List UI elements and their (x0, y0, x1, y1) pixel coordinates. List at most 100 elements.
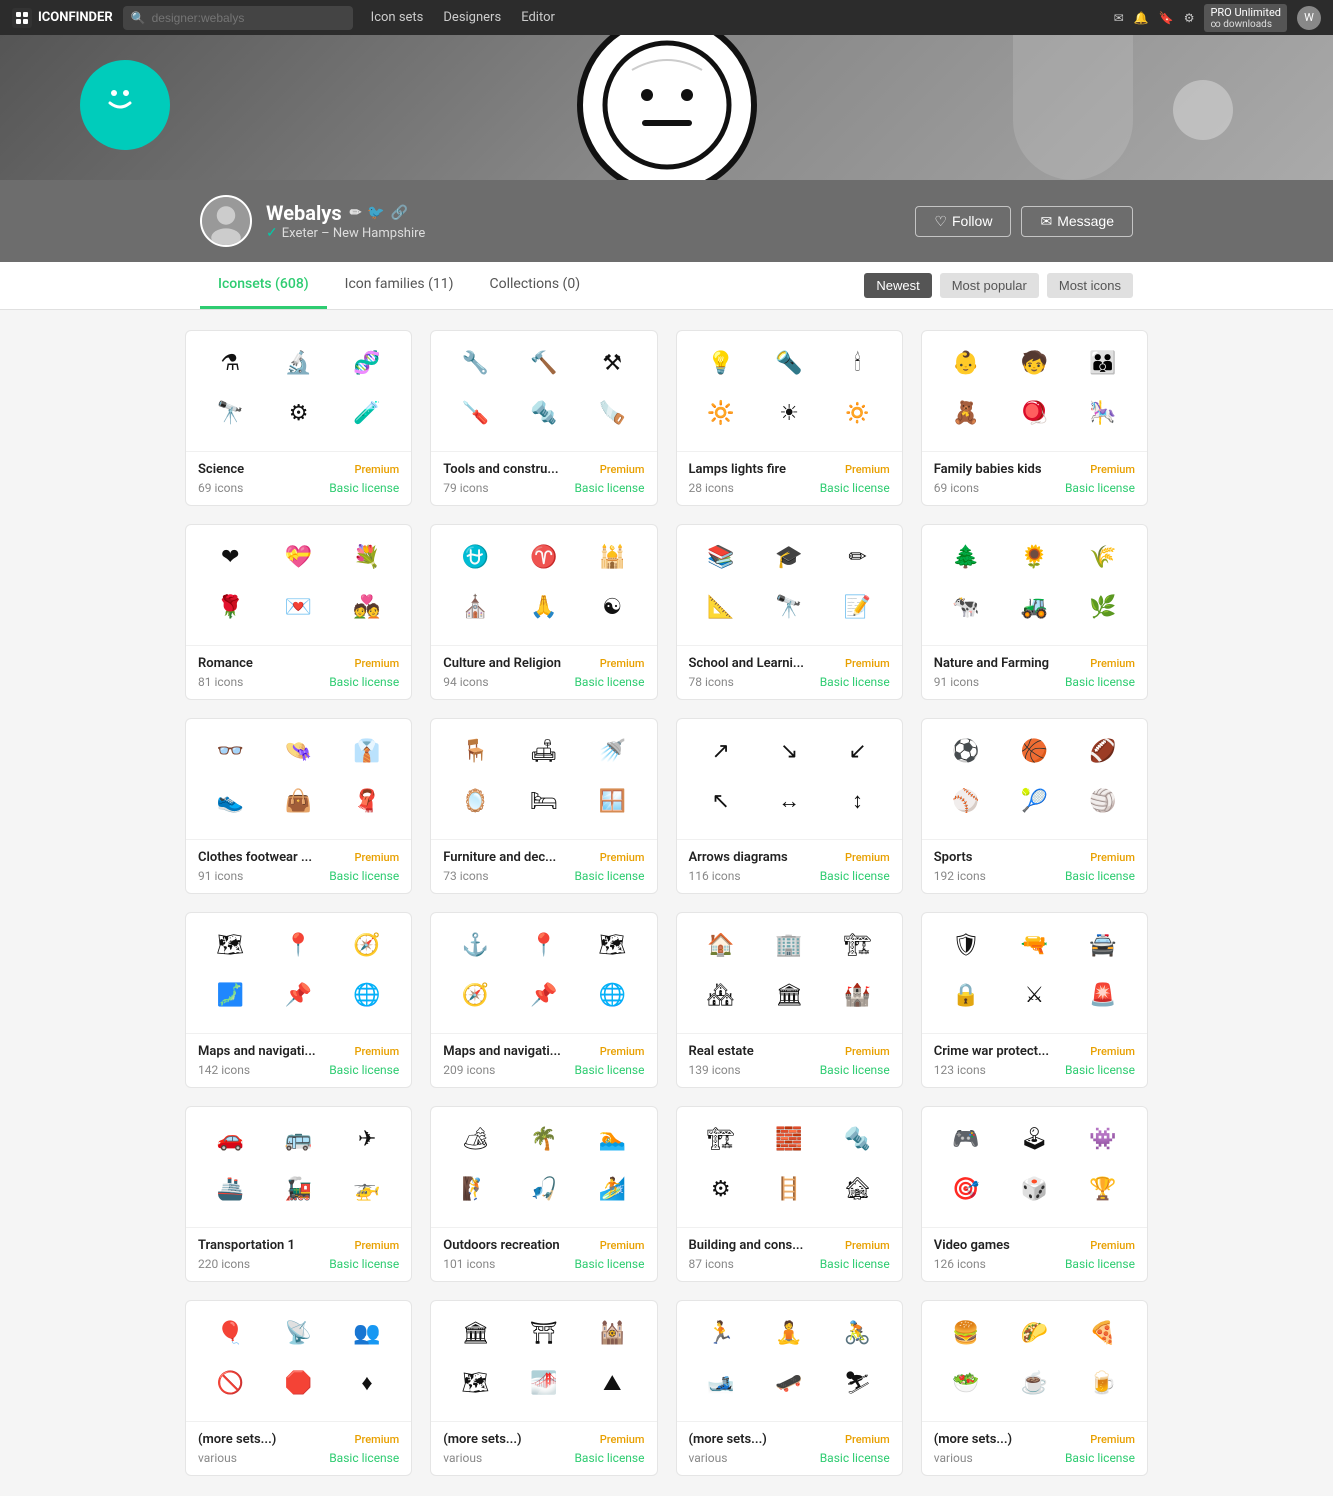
nav-editor[interactable]: Editor (513, 6, 563, 29)
card-license: Basic license (1065, 1063, 1135, 1077)
card-icon: 🌁 (512, 1363, 576, 1403)
icon-set-card[interactable]: 🏠🏢🏗🏘🏛🏰 Real estate Premium 139 icons Bas… (676, 912, 903, 1088)
tab-collections[interactable]: Collections (0) (472, 262, 599, 309)
icon-set-card[interactable]: 💡🔦🕯🔆☀🔅 Lamps lights fire Premium 28 icon… (676, 330, 903, 506)
card-icon: ⛰ (580, 1363, 644, 1403)
card-license: Basic license (1065, 1257, 1135, 1271)
icon-set-card[interactable]: 🏕🌴🏊🧗🎣🏄 Outdoors recreation Premium 101 i… (430, 1106, 657, 1282)
icon-set-card[interactable]: 🗺📍🧭🗾📌🌐 Maps and navigati... Premium 142 … (185, 912, 412, 1088)
icon-set-card[interactable]: 🔧🔨⚒🪛🔩🪚 Tools and constru... Premium 79 i… (430, 330, 657, 506)
nav-icon-bell[interactable]: 🔔 (1134, 11, 1149, 25)
card-badge: Premium (1090, 1045, 1135, 1058)
card-badge: Premium (354, 463, 399, 476)
icon-set-card[interactable]: 🎈📡👥🚫🛑♦ (more sets...) Premium various Ba… (185, 1300, 412, 1476)
nav-designers[interactable]: Designers (435, 6, 509, 29)
icon-set-card[interactable]: 📚🎓✏📐🔭📝 School and Learni... Premium 78 i… (676, 524, 903, 700)
card-icon: ☯ (580, 587, 644, 627)
card-license: Basic license (820, 675, 890, 689)
card-icon: 🗺 (443, 1363, 507, 1403)
card-preview: 🚗🚌✈🚢🚂🚁 (186, 1107, 411, 1227)
card-icon: 🌴 (512, 1119, 576, 1159)
hero-center-image (577, 35, 757, 180)
icon-set-card[interactable]: 🏗🧱🔩⚙🪜🏚 Building and cons... Premium 87 i… (676, 1106, 903, 1282)
card-icon: 🪞 (443, 781, 507, 821)
card-preview: ⚓📍🗺🧭📌🌐 (431, 913, 656, 1033)
nav-icon-sets[interactable]: Icon sets (363, 6, 432, 29)
card-license: Basic license (574, 675, 644, 689)
icon-set-card[interactable]: 👶🧒👪🧸🪀🎠 Family babies kids Premium 69 ico… (921, 330, 1148, 506)
profile-actions: ♡ Follow ✉ Message (915, 206, 1133, 237)
card-icon: 🏀 (1002, 731, 1066, 771)
icon-set-card[interactable]: 🌲🌻🌾🐄🚜🌿 Nature and Farming Premium 91 ico… (921, 524, 1148, 700)
card-license: Basic license (820, 1063, 890, 1077)
icon-set-card[interactable]: ⚓📍🗺🧭📌🌐 Maps and navigati... Premium 209 … (430, 912, 657, 1088)
icon-set-card[interactable]: 🎮🕹👾🎯🎲🏆 Video games Premium 126 icons Bas… (921, 1106, 1148, 1282)
search-bar[interactable]: 🔍 (123, 6, 353, 30)
card-count: 73 icons (443, 869, 488, 883)
logo[interactable]: ICONFINDER (12, 8, 113, 28)
search-input[interactable] (152, 11, 345, 25)
twitter-icon[interactable]: 🐦 (367, 205, 384, 221)
card-preview: ⚽🏀🏈⚾🎾🏐 (922, 719, 1147, 839)
card-title: School and Learni... (689, 656, 805, 671)
card-icon: 👾 (1071, 1119, 1135, 1159)
card-info: (more sets...) Premium various Basic lic… (677, 1421, 902, 1475)
card-title: (more sets...) (689, 1432, 767, 1447)
card-badge: Premium (354, 1045, 399, 1058)
message-button[interactable]: ✉ Message (1021, 206, 1133, 237)
card-icon: 🎓 (757, 537, 821, 577)
icon-set-card[interactable]: ↗↘↙↖↔↕ Arrows diagrams Premium 116 icons… (676, 718, 903, 894)
card-info: Sports Premium 192 icons Basic license (922, 839, 1147, 893)
card-icon: 📐 (689, 587, 753, 627)
icon-set-card[interactable]: ⛎♈🕌⛪🙏☯ Culture and Religion Premium 94 i… (430, 524, 657, 700)
card-icon: 🔭 (198, 393, 262, 433)
nav-icon-mail[interactable]: ✉ (1114, 11, 1124, 25)
sort-newest[interactable]: Newest (864, 273, 931, 298)
card-icon: 🗺 (198, 925, 262, 965)
edit-icon[interactable]: ✏ (350, 205, 362, 221)
icon-set-card[interactable]: 🏃🧘🚴🎿🛹⛷ (more sets...) Premium various Ba… (676, 1300, 903, 1476)
nav-icon-bookmark[interactable]: 🔖 (1159, 11, 1174, 25)
tab-iconsets[interactable]: Iconsets (608) (200, 262, 327, 309)
icon-set-card[interactable]: 👓👒👔👟👜🧣 Clothes footwear ... Premium 91 i… (185, 718, 412, 894)
card-icon: 🏕 (443, 1119, 507, 1159)
hero-logo-icon (98, 73, 153, 137)
card-icon: 📝 (825, 587, 889, 627)
card-preview: 🎈📡👥🚫🛑♦ (186, 1301, 411, 1421)
card-info: Maps and navigati... Premium 209 icons B… (431, 1033, 656, 1087)
card-icon: 📍 (266, 925, 330, 965)
follow-button[interactable]: ♡ Follow (915, 206, 1011, 237)
icon-set-card[interactable]: 🍔🌮🍕🥗☕🍺 (more sets...) Premium various Ba… (921, 1300, 1148, 1476)
icon-set-card[interactable]: ⚗🔬🧬🔭⚙🧪 Science Premium 69 icons Basic li… (185, 330, 412, 506)
card-icon: ↕ (825, 781, 889, 821)
card-icon: 🚨 (1071, 975, 1135, 1015)
card-icon: 🧣 (335, 781, 399, 821)
card-count: 192 icons (934, 869, 986, 883)
icon-set-card[interactable]: 🚗🚌✈🚢🚂🚁 Transportation 1 Premium 220 icon… (185, 1106, 412, 1282)
card-title: Video games (934, 1238, 1010, 1253)
pro-badge: PRO Unlimited ∞ downloads (1204, 4, 1287, 32)
avatar[interactable]: W (1297, 6, 1321, 30)
card-icon: 🪟 (580, 781, 644, 821)
icon-set-card[interactable]: 🏛⛩🕍🗺🌁⛰ (more sets...) Premium various Ba… (430, 1300, 657, 1476)
icon-set-card[interactable]: 🪑🛋🚿🪞🛏🪟 Furniture and dec... Premium 73 i… (430, 718, 657, 894)
card-icon: ⛷ (825, 1363, 889, 1403)
icon-set-card[interactable]: ⚽🏀🏈⚾🎾🏐 Sports Premium 192 icons Basic li… (921, 718, 1148, 894)
card-icon: 👥 (335, 1313, 399, 1353)
card-license: Basic license (820, 869, 890, 883)
link-icon[interactable]: 🔗 (391, 205, 408, 221)
icon-set-card[interactable]: ❤💝💐🌹💌💑 Romance Premium 81 icons Basic li… (185, 524, 412, 700)
card-icon: ⚒ (580, 343, 644, 383)
icon-set-card[interactable]: 🛡🔫🚔🔒⚔🚨 Crime war protect... Premium 123 … (921, 912, 1148, 1088)
nav-icon-settings[interactable]: ⚙ (1184, 11, 1195, 25)
card-icon: 🔬 (266, 343, 330, 383)
card-icon: 🔦 (757, 343, 821, 383)
card-icon: 🚂 (266, 1169, 330, 1209)
card-icon: 👪 (1071, 343, 1135, 383)
card-icon: ↗ (689, 731, 753, 771)
card-icon: 👟 (198, 781, 262, 821)
card-license: Basic license (574, 869, 644, 883)
sort-popular[interactable]: Most popular (940, 273, 1039, 298)
tab-icon-families[interactable]: Icon families (11) (327, 262, 472, 309)
sort-most-icons[interactable]: Most icons (1047, 273, 1133, 298)
